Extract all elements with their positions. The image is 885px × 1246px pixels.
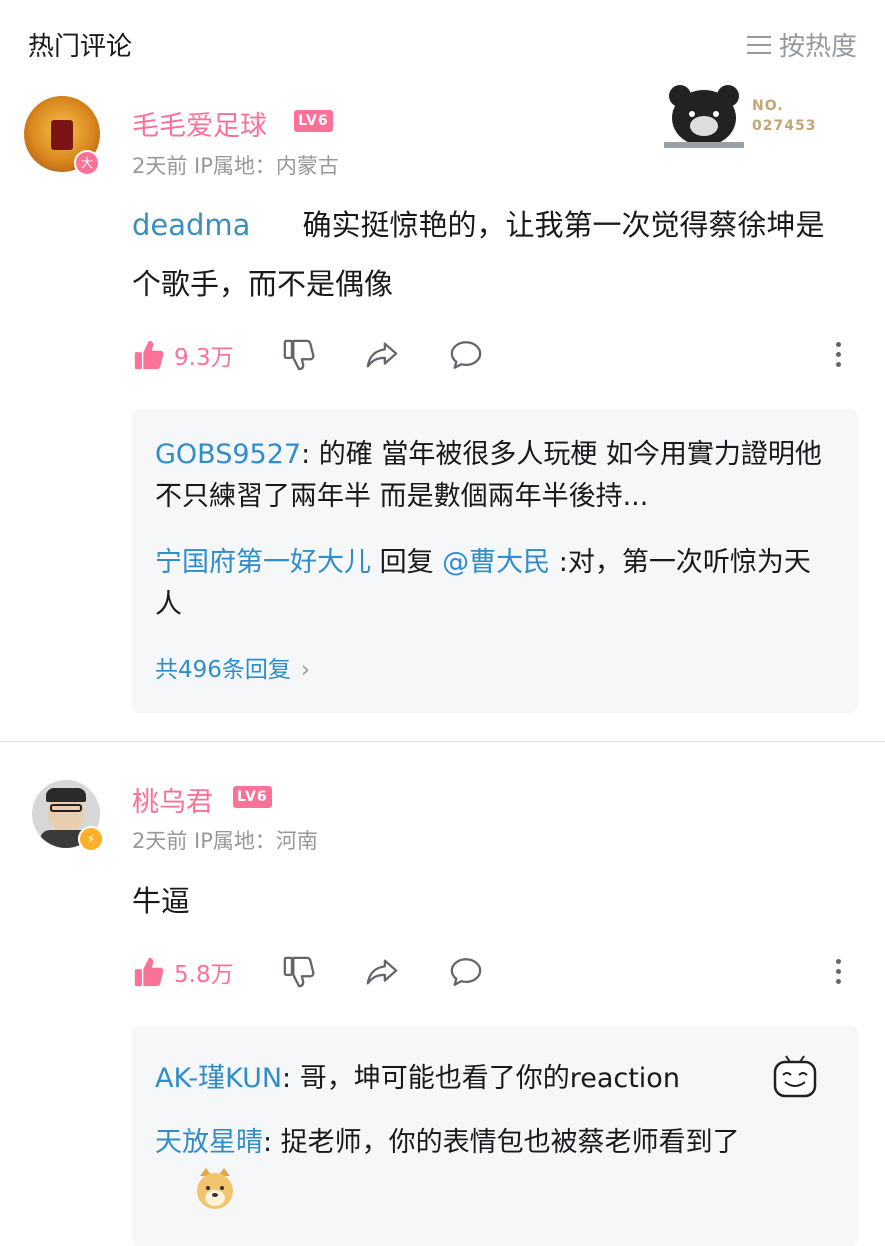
reply-author[interactable]: 天放星晴 [155,1127,263,1158]
like-button[interactable]: 9.3万 [132,338,234,372]
more-options-icon[interactable] [836,342,841,372]
reply-mid: 回复 [371,547,443,578]
more-replies-label: 共496条回复 [155,657,291,683]
comment-content: 牛逼 [132,884,191,918]
like-count: 5.8万 [174,962,234,988]
reply-item[interactable]: 宁国府第一好大儿 回复 @曹大民 :对，第一次听惊为天人 [155,542,835,626]
level-badge: LV6 [294,110,333,132]
verified-badge-icon: ⚡ [78,826,104,852]
like-button[interactable]: 5.8万 [132,955,234,989]
thumbs-up-icon [134,957,164,987]
dislike-button[interactable] [282,955,316,989]
reply-text: : 捉老师，你的表情包也被蔡老师看到了 [263,1127,740,1158]
more-options-icon[interactable] [836,959,841,989]
comment-divider [0,741,885,742]
sort-menu-icon [746,35,771,55]
chevron-right-icon: › [300,657,311,683]
username[interactable]: 桃乌君 [132,780,213,819]
doge-emoji-icon [197,1168,233,1209]
comment-meta: 2天前 IP属地：河南 [132,829,318,853]
section-title: 热门评论 [28,32,133,62]
nft-number: 027453 [752,118,817,134]
comment-actions: 9.3万 [132,338,484,372]
reply-author[interactable]: GOBS9527 [155,439,301,470]
username[interactable]: 毛毛爱足球 [132,104,267,143]
sort-label: 按热度 [778,32,857,62]
chat-bubble-icon [450,341,481,369]
reply-button[interactable] [448,955,484,989]
vip-badge-icon: 大 [74,150,100,176]
reply-button[interactable] [448,338,484,372]
chat-bubble-icon [450,958,481,986]
thumbs-up-icon [134,340,164,370]
reply-text: : 哥，坤可能也看了你的reaction [282,1063,680,1094]
level-badge: LV6 [233,786,272,808]
thumbs-down-icon [283,339,315,371]
view-all-replies-link[interactable]: 共496条回复 › [155,650,310,684]
grinning-emoji-icon [773,1055,817,1098]
comment-content: deadma 确实挺惊艳的，让我第一次觉得蔡徐坤是个歌手，而不是偶像 [132,196,852,314]
share-button[interactable] [364,955,400,989]
like-count: 9.3万 [174,345,234,371]
share-icon [366,959,397,985]
sort-button[interactable]: 按热度 [746,26,857,63]
share-button[interactable] [364,338,400,372]
comment-meta: 2天前 IP属地：内蒙古 [132,154,339,178]
reply-item[interactable]: AK-瑾KUN: 哥，坤可能也看了你的reaction [155,1058,835,1100]
content-prefix: deadma [132,208,251,242]
reply-mention[interactable]: @曹大民 [442,547,550,578]
reply-item[interactable]: 天放星晴: 捉老师，你的表情包也被蔡老师看到了 [155,1122,805,1164]
reply-item[interactable]: GOBS9527: 的確 當年被很多人玩梗 如今用實力證明他不只練習了兩年半 而… [155,434,835,518]
bear-icon [664,85,744,148]
nft-label: NO. [752,98,784,114]
share-icon [366,342,397,368]
nft-badge[interactable]: NO. 027453 [662,80,816,152]
comment-actions: 5.8万 [132,955,484,989]
dislike-button[interactable] [282,338,316,372]
reply-author[interactable]: 宁国府第一好大儿 [155,547,371,578]
reply-author[interactable]: AK-瑾KUN [155,1063,282,1094]
thumbs-down-icon [283,956,315,988]
